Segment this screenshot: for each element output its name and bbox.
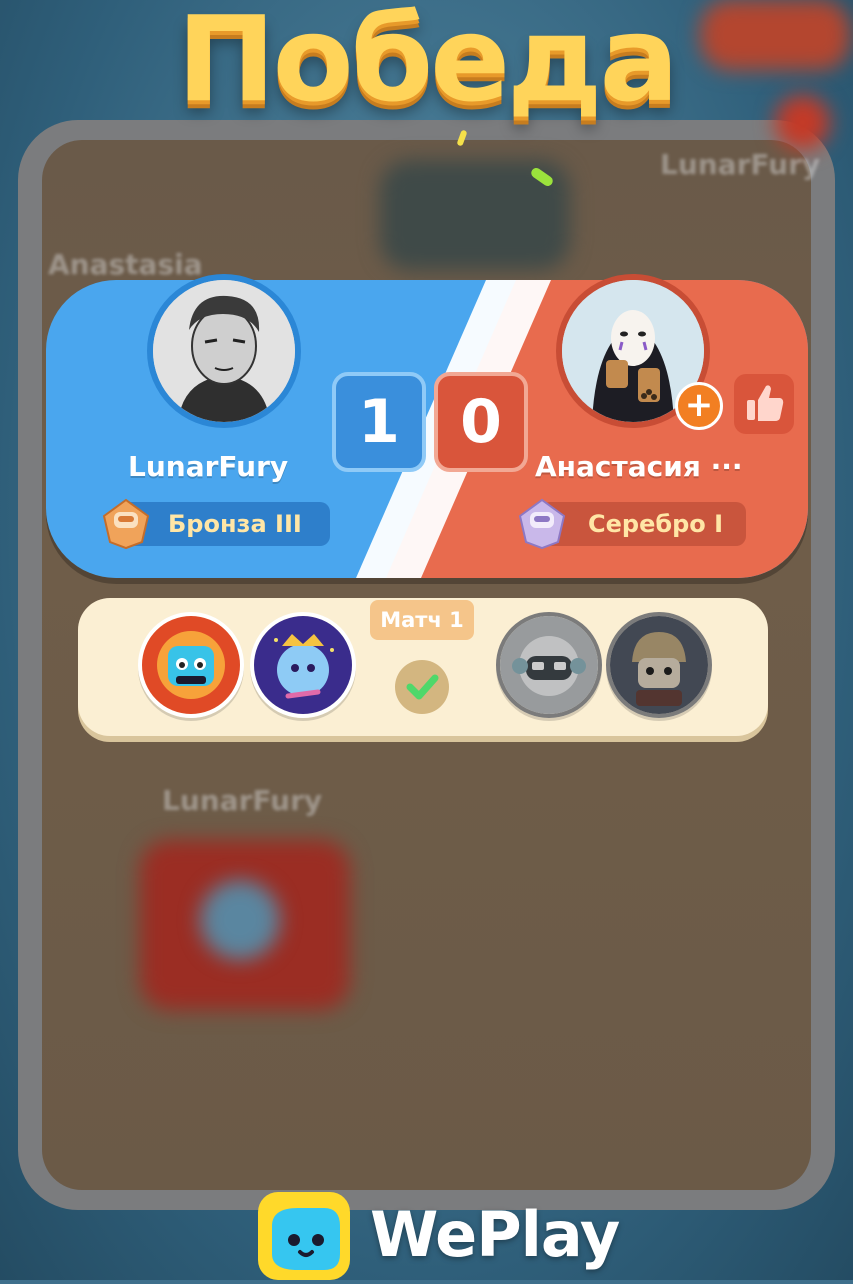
silver-rank-icon — [516, 494, 568, 550]
add-friend-button[interactable]: + — [675, 382, 723, 430]
right-team-character-2[interactable] — [606, 612, 712, 718]
background-tank-core — [200, 880, 280, 960]
plus-icon: + — [684, 385, 714, 425]
left-team-character-1[interactable] — [138, 612, 244, 718]
background-label-left: Anastasia — [48, 248, 203, 281]
left-team-character-2[interactable] — [250, 612, 356, 718]
player-right-score: 0 — [434, 372, 528, 472]
player-left-score: 1 — [332, 372, 426, 472]
thumbs-up-icon — [747, 385, 784, 421]
right-team-character-1[interactable] — [496, 612, 602, 718]
player-right-name: Анастасия ··· — [535, 450, 743, 483]
victory-title: Победа — [176, 0, 679, 128]
background-label-top-right: LunarFury — [660, 148, 821, 181]
weplay-logo-text: WePlay — [370, 1198, 620, 1271]
bronze-rank-icon — [100, 494, 152, 550]
match-label: Матч 1 — [370, 600, 474, 640]
check-icon — [406, 674, 439, 700]
player-left-name: LunarFury — [128, 450, 289, 483]
player-right-rank: Серебро I — [540, 502, 746, 546]
match-result-check — [395, 660, 449, 714]
player-left-avatar[interactable] — [147, 274, 301, 428]
background-label-bottom: LunarFury — [162, 784, 323, 817]
weplay-logo-icon — [258, 1192, 350, 1280]
like-button[interactable] — [734, 374, 794, 434]
